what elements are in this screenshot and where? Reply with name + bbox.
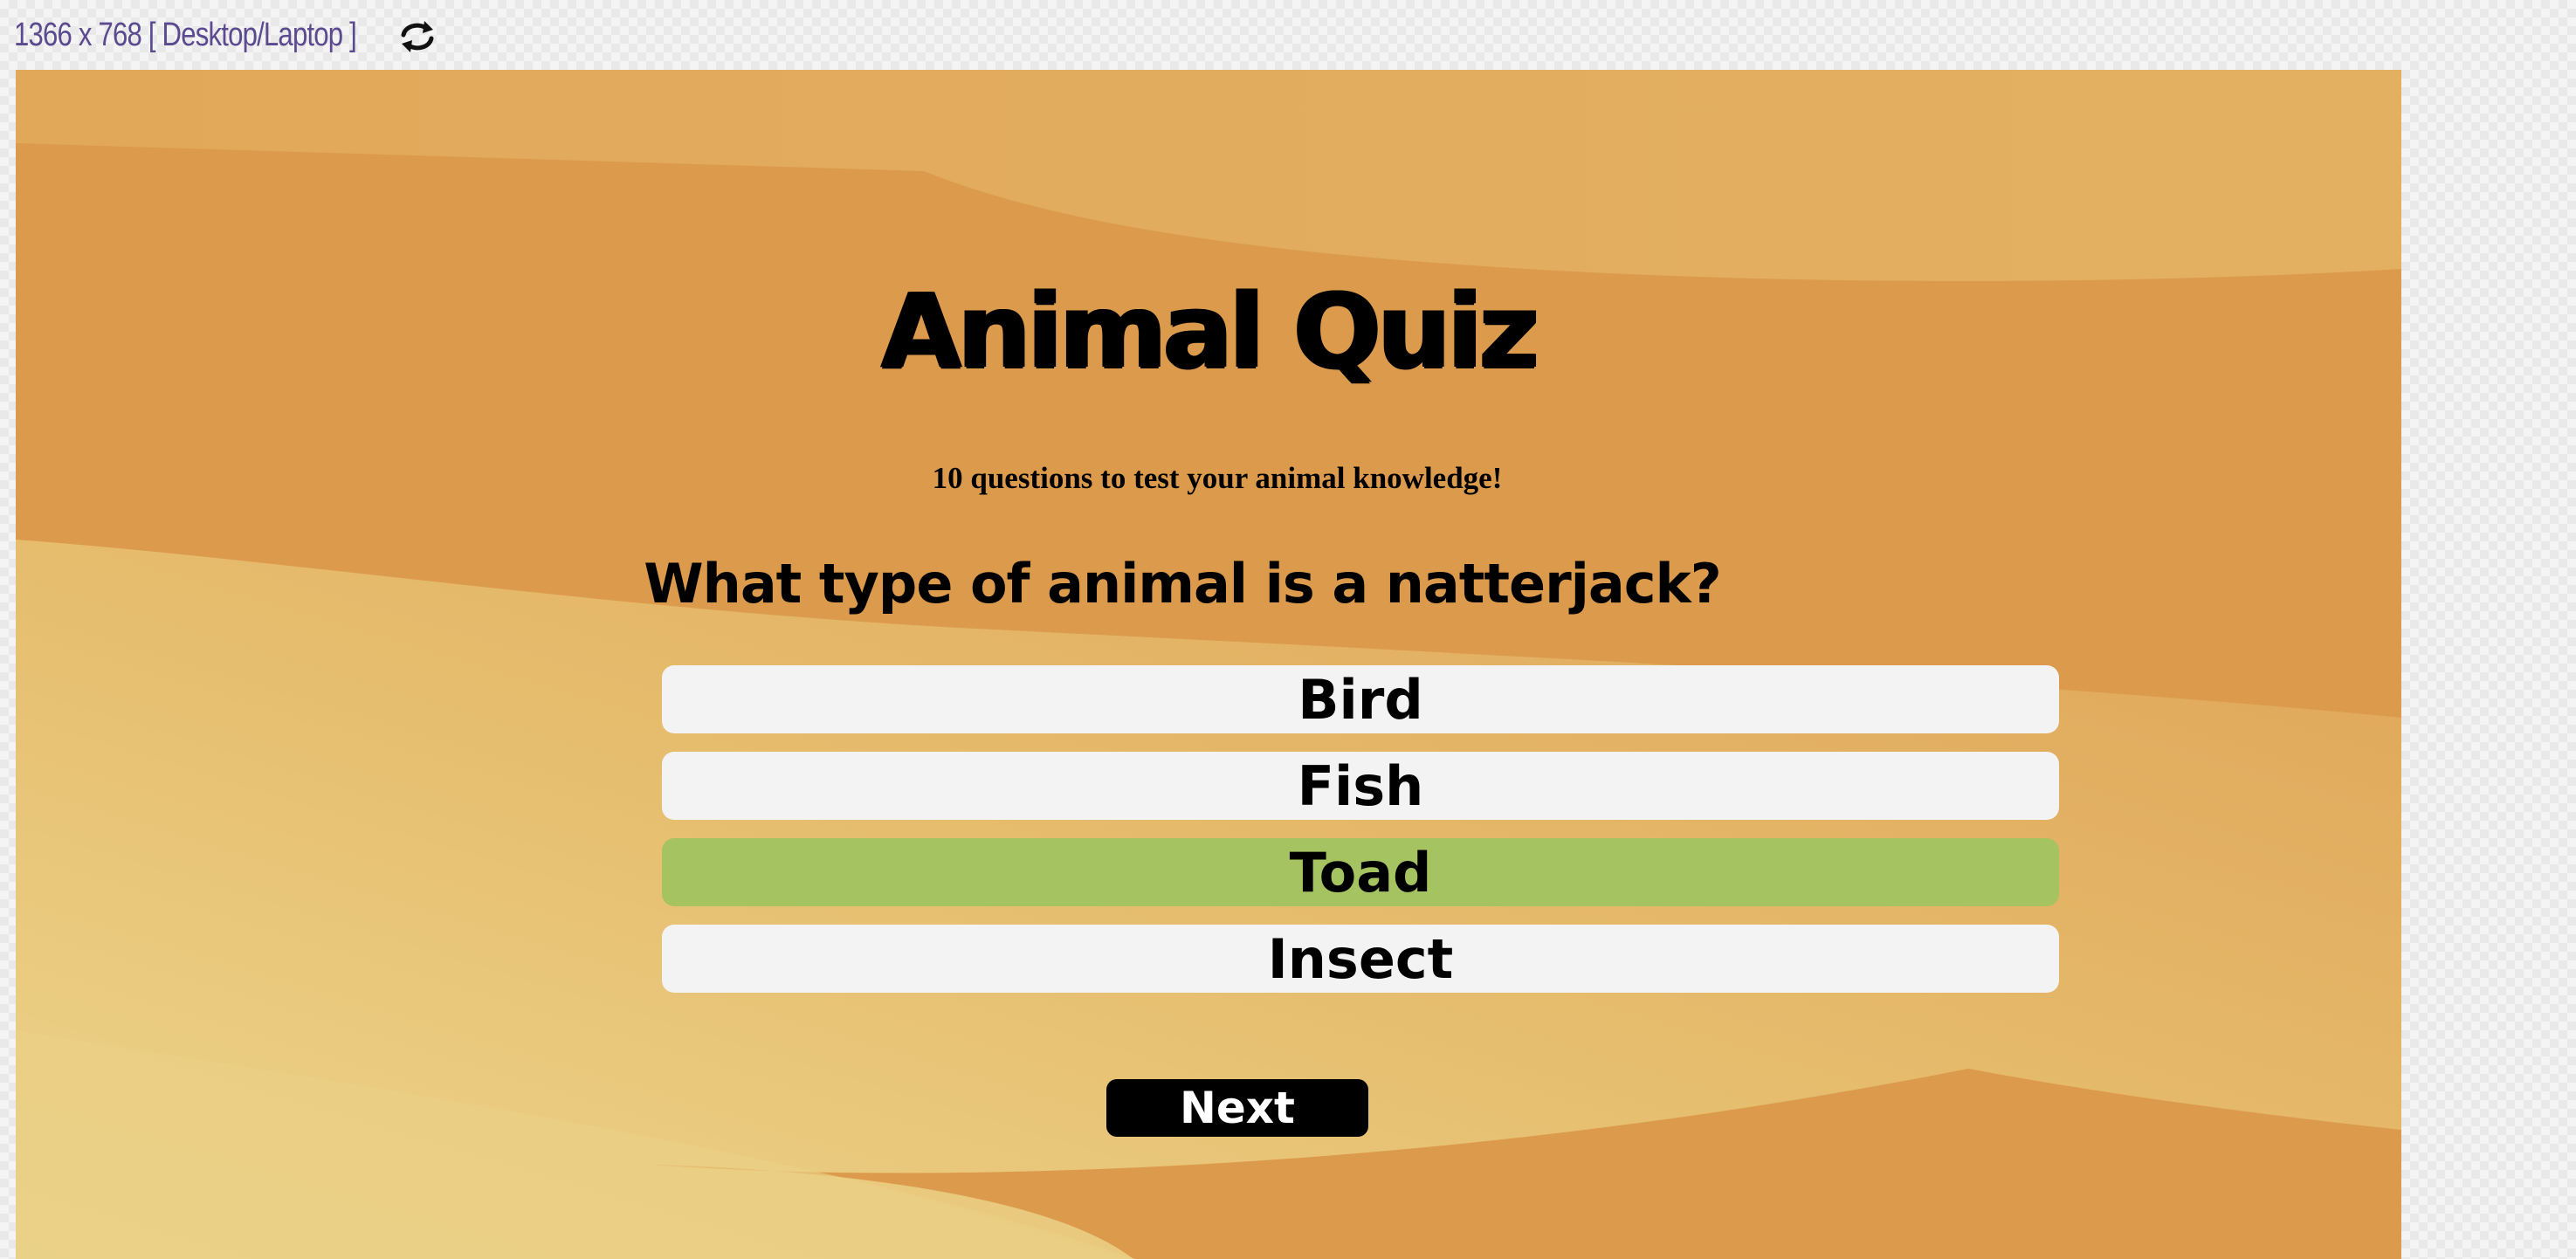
device-toolbar: 1366 x 768 [ Desktop/Laptop ] (0, 0, 2576, 70)
quiz-subtitle: 10 questions to test your animal knowled… (932, 461, 1503, 495)
answer-label: Insect (1267, 926, 1454, 991)
answer-option-fish[interactable]: Fish (662, 752, 2059, 820)
answer-option-toad[interactable]: Toad (662, 838, 2059, 906)
quiz-title: Animal Quiz (881, 271, 1539, 391)
quiz-page: Animal Quiz 10 questions to test your an… (16, 70, 2401, 1259)
answer-option-insect[interactable]: Insect (662, 925, 2059, 993)
question-text: What type of animal is a natterjack? (644, 552, 1721, 616)
answer-label: Bird (1298, 667, 1423, 732)
rotate-icon[interactable] (398, 19, 437, 54)
answer-option-bird[interactable]: Bird (662, 665, 2059, 733)
next-button-label: Next (1180, 1083, 1295, 1133)
answer-label: Fish (1297, 753, 1424, 818)
resolution-label: 1366 x 768 [ Desktop/Laptop ] (14, 16, 357, 53)
next-button[interactable]: Next (1106, 1079, 1368, 1137)
answer-label: Toad (1289, 840, 1432, 905)
